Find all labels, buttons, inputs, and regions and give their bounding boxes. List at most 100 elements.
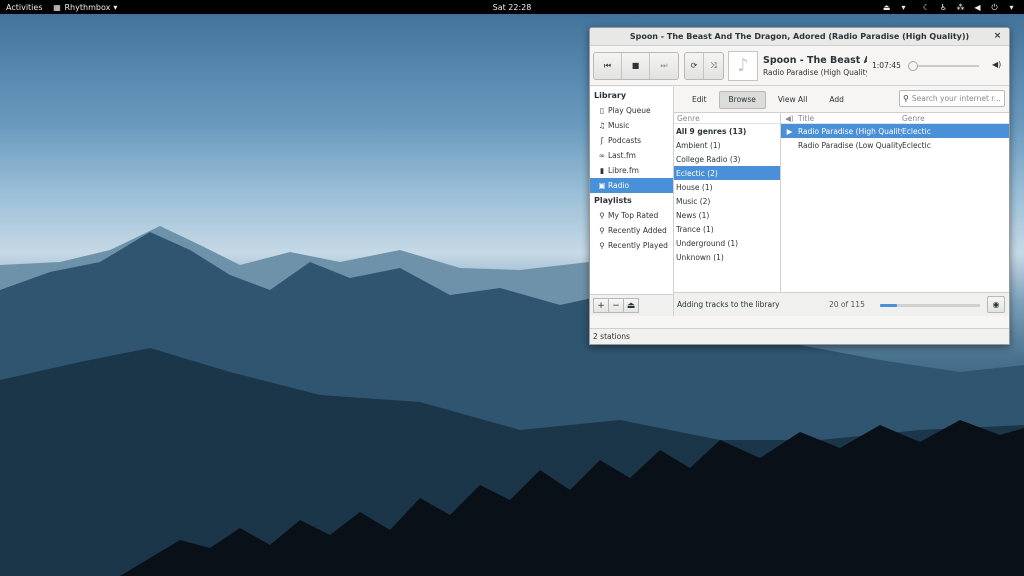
music-note-icon: ♪	[737, 55, 749, 76]
genre-items: All 9 genres (13) Ambient (1) College Radi…	[674, 124, 780, 264]
minus-icon: −	[612, 300, 620, 311]
window-body: Library ▯ Play Queue ♫ Music ʃ Podcasts ∞ Last.…	[590, 87, 1009, 316]
genre-column-header[interactable]: Genre	[902, 114, 1009, 123]
close-icon[interactable]: ×	[992, 31, 1003, 42]
playlist-item-recently-added[interactable]: ⚲ Recently Added	[590, 223, 673, 238]
sidebar-item-libre-fm[interactable]: ▮ Libre.fm	[590, 163, 673, 178]
volume-button[interactable]: ◀)	[992, 60, 1001, 69]
eject-icon: ⏏	[626, 300, 636, 311]
network-icon[interactable]: ⁂	[956, 3, 965, 12]
eject-button[interactable]: ⏏	[623, 298, 639, 313]
app-menu-label: Rhythmbox	[64, 2, 111, 12]
genre-item[interactable]: News (1)	[674, 208, 780, 222]
music-note-icon: ♫	[598, 121, 606, 130]
app-menu[interactable]: ▦ Rhythmbox ▾	[53, 2, 117, 12]
edit-button[interactable]: Edit	[682, 91, 717, 109]
sidebar-item-label: My Top Rated	[608, 211, 659, 220]
browser-panes: Genre All 9 genres (13) Ambient (1) Colleg…	[674, 113, 1009, 306]
genre-item[interactable]: Trance (1)	[674, 222, 780, 236]
search-icon: ⚲	[599, 211, 605, 220]
sidebar-item-label: Last.fm	[608, 151, 636, 160]
speaker-icon: ◀)	[785, 113, 794, 123]
table-row[interactable]: Radio Paradise (Low Quality) Eclectic	[781, 138, 1009, 152]
top-bar: Activities ▦ Rhythmbox ▾ Sat 22:28 ⏏ ▾ ☾…	[0, 0, 1024, 14]
add-playlist-button[interactable]: +	[593, 298, 609, 313]
window-title: Spoon - The Beast And The Dragon, Adored…	[629, 32, 970, 41]
stop-import-button[interactable]: ◉	[987, 296, 1005, 313]
search-box[interactable]: ⚲	[899, 90, 1005, 107]
progress-count: 20 of 115	[829, 300, 865, 309]
playing-indicator-icon: ▶	[786, 126, 793, 136]
rhythmbox-window: Spoon - The Beast And The Dragon, Adored…	[589, 27, 1010, 345]
search-icon: ⚲	[903, 94, 909, 103]
playlist-list: ⚲ My Top Rated ⚲ Recently Added ⚲ Recently Pl…	[590, 208, 673, 253]
search-input[interactable]	[911, 94, 1002, 103]
browse-button[interactable]: Browse	[718, 90, 766, 109]
sidebar-item-play-queue[interactable]: ▯ Play Queue	[590, 103, 673, 118]
stop-button[interactable]: ■	[622, 52, 650, 79]
activities-button[interactable]: Activities	[6, 3, 43, 12]
playing-column-header[interactable]: ◀)	[781, 114, 798, 123]
genre-item[interactable]: All 9 genres (13)	[674, 124, 780, 138]
speaker-icon: ◀)	[992, 60, 1002, 69]
next-button[interactable]: ⏭	[650, 53, 678, 79]
playlist-item-recently-played[interactable]: ⚲ Recently Played	[590, 238, 673, 253]
station-list: ◀) Title Genre ▶ Radio Paradise (High Qua…	[781, 113, 1009, 306]
sidebar-item-last-fm[interactable]: ∞ Last.fm	[590, 148, 673, 163]
search-icon: ⚲	[599, 226, 605, 235]
repeat-icon: ⟳	[690, 61, 698, 70]
genre-item[interactable]: Underground (1)	[674, 236, 780, 250]
add-button[interactable]: Add	[819, 91, 854, 109]
genre-item[interactable]: College Radio (3)	[674, 152, 780, 166]
table-row[interactable]: ▶ Radio Paradise (High Quality) Eclectic	[781, 124, 1009, 138]
genre-item[interactable]: Eclectic (2)	[674, 166, 780, 180]
now-playing-artist: Radio Paradise (High Quality)	[763, 67, 867, 77]
previous-button[interactable]: ⏮	[594, 52, 622, 79]
progress-bar-area: Adding tracks to the library 20 of 115 ◉	[674, 292, 1009, 316]
genre-list: Genre All 9 genres (13) Ambient (1) Colleg…	[674, 113, 781, 306]
now-playing-title: Spoon - The Beast An…	[763, 54, 867, 66]
station-rows: ▶ Radio Paradise (High Quality) Eclectic Ra…	[781, 124, 1009, 152]
power-icon[interactable]: ⏻	[990, 3, 999, 12]
album-art: ♪	[728, 50, 758, 81]
document-icon: ▯	[599, 106, 605, 115]
sidebar-item-label: Recently Played	[608, 241, 668, 250]
genre-item[interactable]: Music (2)	[674, 194, 780, 208]
sidebar-item-radio[interactable]: ▣ Radio	[590, 178, 673, 193]
library-heading: Library	[594, 91, 627, 100]
genre-item[interactable]: House (1)	[674, 180, 780, 194]
repeat-button[interactable]: ⟳	[685, 52, 704, 79]
playlists-heading: Playlists	[594, 196, 632, 205]
station-genre: Eclectic	[902, 126, 931, 136]
radio-icon: ▣	[598, 181, 606, 190]
rss-icon: ʃ	[600, 136, 604, 145]
sidebar-item-label: Music	[608, 121, 630, 130]
view-all-button[interactable]: View All	[768, 91, 817, 109]
next-icon: ⏭	[660, 60, 668, 70]
seek-slider[interactable]	[908, 61, 979, 71]
progress-bar	[880, 304, 980, 307]
night-light-icon[interactable]: ☾	[922, 3, 931, 12]
stop-icon: ■	[631, 61, 640, 70]
genre-column-header[interactable]: Genre	[674, 113, 780, 124]
elapsed-time: 1:07:45	[872, 61, 901, 70]
remove-playlist-button[interactable]: −	[608, 298, 624, 313]
accessibility-icon[interactable]: ♿	[939, 3, 948, 12]
sidebar-item-podcasts[interactable]: ʃ Podcasts	[590, 133, 673, 148]
genre-item[interactable]: Unknown (1)	[674, 250, 780, 264]
volume-icon[interactable]: ◀	[973, 3, 982, 12]
system-tray[interactable]: ⏏ ▾ ☾ ♿ ⁂ ◀ ⏻ ▾	[882, 0, 1016, 14]
record-icon: ◉	[992, 300, 1000, 309]
sidebar-item-music[interactable]: ♫ Music	[590, 118, 673, 133]
title-column-header[interactable]: Title	[798, 114, 902, 123]
shuffle-button[interactable]: ⤨	[704, 53, 723, 79]
seek-handle[interactable]	[908, 61, 918, 71]
eject-icon[interactable]: ⏏	[882, 3, 891, 12]
progress-message: Adding tracks to the library	[677, 300, 780, 309]
player-toolbar: ⏮ ■ ⏭ ⟳ ⤨ ♪ Spoon - The Beast An… Radio …	[590, 46, 1009, 86]
sidebar-item-label: Play Queue	[608, 106, 651, 115]
playlist-item-my-top-rated[interactable]: ⚲ My Top Rated	[590, 208, 673, 223]
genre-item[interactable]: Ambient (1)	[674, 138, 780, 152]
clock[interactable]: Sat 22:28	[0, 3, 1024, 12]
window-titlebar[interactable]: Spoon - The Beast And The Dragon, Adored…	[590, 28, 1009, 46]
